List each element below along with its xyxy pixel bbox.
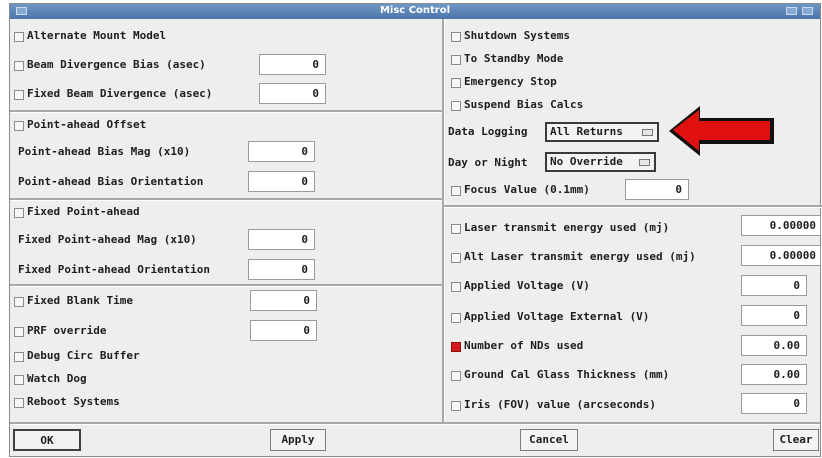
- apply-button[interactable]: Apply: [270, 429, 326, 451]
- reboot-systems-label: Reboot Systems: [27, 395, 120, 408]
- red-arrow-icon: [669, 106, 774, 156]
- num-nds-checkbox[interactable]: [451, 342, 461, 352]
- applied-voltage-external-field[interactable]: 0: [741, 305, 807, 326]
- fixed-blank-time-label: Fixed Blank Time: [27, 294, 133, 307]
- ground-cal-field[interactable]: 0.00: [741, 364, 807, 385]
- focus-value-label: Focus Value (0.1mm): [464, 183, 590, 196]
- separator: [10, 284, 442, 287]
- watch-dog-checkbox[interactable]: [14, 375, 24, 385]
- num-nds-field[interactable]: 0.00: [741, 335, 807, 356]
- maximize-icon[interactable]: [802, 7, 813, 15]
- point-ahead-offset-label: Point-ahead Offset: [27, 118, 147, 131]
- separator: [444, 205, 822, 208]
- ok-button[interactable]: OK: [13, 429, 81, 451]
- day-night-dropdown[interactable]: No Override: [545, 152, 656, 172]
- fixed-beam-divergence-label: Fixed Beam Divergence (asec): [27, 87, 213, 100]
- emergency-stop-label: Emergency Stop: [464, 75, 557, 88]
- data-logging-label: Data Logging: [448, 125, 528, 138]
- beam-divergence-bias-checkbox[interactable]: [14, 61, 24, 71]
- applied-voltage-external-label: Applied Voltage External (V): [464, 310, 650, 323]
- beam-divergence-bias-label: Beam Divergence Bias (asec): [27, 58, 206, 71]
- fixed-point-ahead-orientation-field[interactable]: 0: [248, 259, 315, 280]
- to-standby-checkbox[interactable]: [451, 55, 461, 65]
- beam-divergence-bias-field[interactable]: 0: [259, 54, 326, 75]
- point-ahead-bias-orientation-label: Point-ahead Bias Orientation: [18, 175, 204, 188]
- applied-voltage-field[interactable]: 0: [741, 275, 807, 296]
- separator: [10, 422, 820, 425]
- fixed-point-ahead-mag-field[interactable]: 0: [248, 229, 315, 250]
- point-ahead-bias-mag-field[interactable]: 0: [248, 141, 315, 162]
- separator: [10, 110, 442, 113]
- title-bar[interactable]: Misc Control: [10, 4, 820, 19]
- applied-voltage-checkbox[interactable]: [451, 282, 461, 292]
- fixed-beam-divergence-field[interactable]: 0: [259, 83, 326, 104]
- point-ahead-offset-checkbox[interactable]: [14, 121, 24, 131]
- focus-value-field[interactable]: 0: [625, 179, 689, 200]
- reboot-systems-checkbox[interactable]: [14, 398, 24, 408]
- alt-laser-energy-field[interactable]: 0.00000: [741, 245, 821, 266]
- data-logging-dropdown[interactable]: All Returns: [545, 122, 659, 142]
- applied-voltage-label: Applied Voltage (V): [464, 279, 590, 292]
- prf-override-checkbox[interactable]: [14, 327, 24, 337]
- misc-control-window: Misc Control Alternate Mount Model Beam …: [9, 3, 822, 457]
- fixed-point-ahead-checkbox[interactable]: [14, 208, 24, 218]
- num-nds-label: Number of NDs used: [464, 339, 584, 352]
- emergency-stop-checkbox[interactable]: [451, 78, 461, 88]
- shutdown-systems-label: Shutdown Systems: [464, 29, 570, 42]
- to-standby-label: To Standby Mode: [464, 52, 564, 65]
- fixed-blank-time-field[interactable]: 0: [250, 290, 317, 311]
- prf-override-label: PRF override: [27, 324, 107, 337]
- focus-value-checkbox[interactable]: [451, 186, 461, 196]
- point-ahead-bias-mag-label: Point-ahead Bias Mag (x10): [18, 145, 191, 158]
- alt-laser-energy-checkbox[interactable]: [451, 253, 461, 263]
- dropdown-indicator-icon: [642, 129, 653, 136]
- alt-laser-energy-label: Alt Laser transmit energy used (mj): [464, 250, 696, 263]
- prf-override-field[interactable]: 0: [250, 320, 317, 341]
- iris-fov-label: Iris (FOV) value (arcseconds): [464, 398, 657, 411]
- iris-fov-checkbox[interactable]: [451, 401, 461, 411]
- point-ahead-bias-orientation-field[interactable]: 0: [248, 171, 315, 192]
- fixed-point-ahead-orientation-label: Fixed Point-ahead Orientation: [18, 263, 211, 276]
- clear-button[interactable]: Clear: [773, 429, 819, 451]
- column-divider: [442, 19, 445, 422]
- window-title: Misc Control: [379, 5, 451, 16]
- shutdown-systems-checkbox[interactable]: [451, 32, 461, 42]
- alt-mount-model-checkbox[interactable]: [14, 32, 24, 42]
- laser-energy-field[interactable]: 0.00000: [741, 215, 821, 236]
- fixed-blank-time-checkbox[interactable]: [14, 297, 24, 307]
- data-logging-value: All Returns: [550, 125, 623, 138]
- ground-cal-label: Ground Cal Glass Thickness (mm): [464, 368, 670, 381]
- debug-circ-buffer-label: Debug Circ Buffer: [27, 349, 140, 362]
- cancel-button[interactable]: Cancel: [520, 429, 578, 451]
- minimize-icon[interactable]: [786, 7, 797, 15]
- fixed-point-ahead-label: Fixed Point-ahead: [27, 205, 140, 218]
- fixed-beam-divergence-checkbox[interactable]: [14, 90, 24, 100]
- ground-cal-checkbox[interactable]: [451, 371, 461, 381]
- fixed-point-ahead-mag-label: Fixed Point-ahead Mag (x10): [18, 233, 197, 246]
- day-night-value: No Override: [550, 155, 623, 168]
- suspend-bias-label: Suspend Bias Calcs: [464, 98, 584, 111]
- laser-energy-checkbox[interactable]: [451, 224, 461, 234]
- debug-circ-buffer-checkbox[interactable]: [14, 352, 24, 362]
- iris-fov-field[interactable]: 0: [741, 393, 807, 414]
- separator: [10, 198, 442, 201]
- dropdown-indicator-icon: [639, 159, 650, 166]
- applied-voltage-external-checkbox[interactable]: [451, 313, 461, 323]
- laser-energy-label: Laser transmit energy used (mj): [464, 221, 670, 234]
- day-night-label: Day or Night: [448, 156, 528, 169]
- suspend-bias-checkbox[interactable]: [451, 101, 461, 111]
- watch-dog-label: Watch Dog: [27, 372, 87, 385]
- alt-mount-model-label: Alternate Mount Model: [27, 29, 167, 42]
